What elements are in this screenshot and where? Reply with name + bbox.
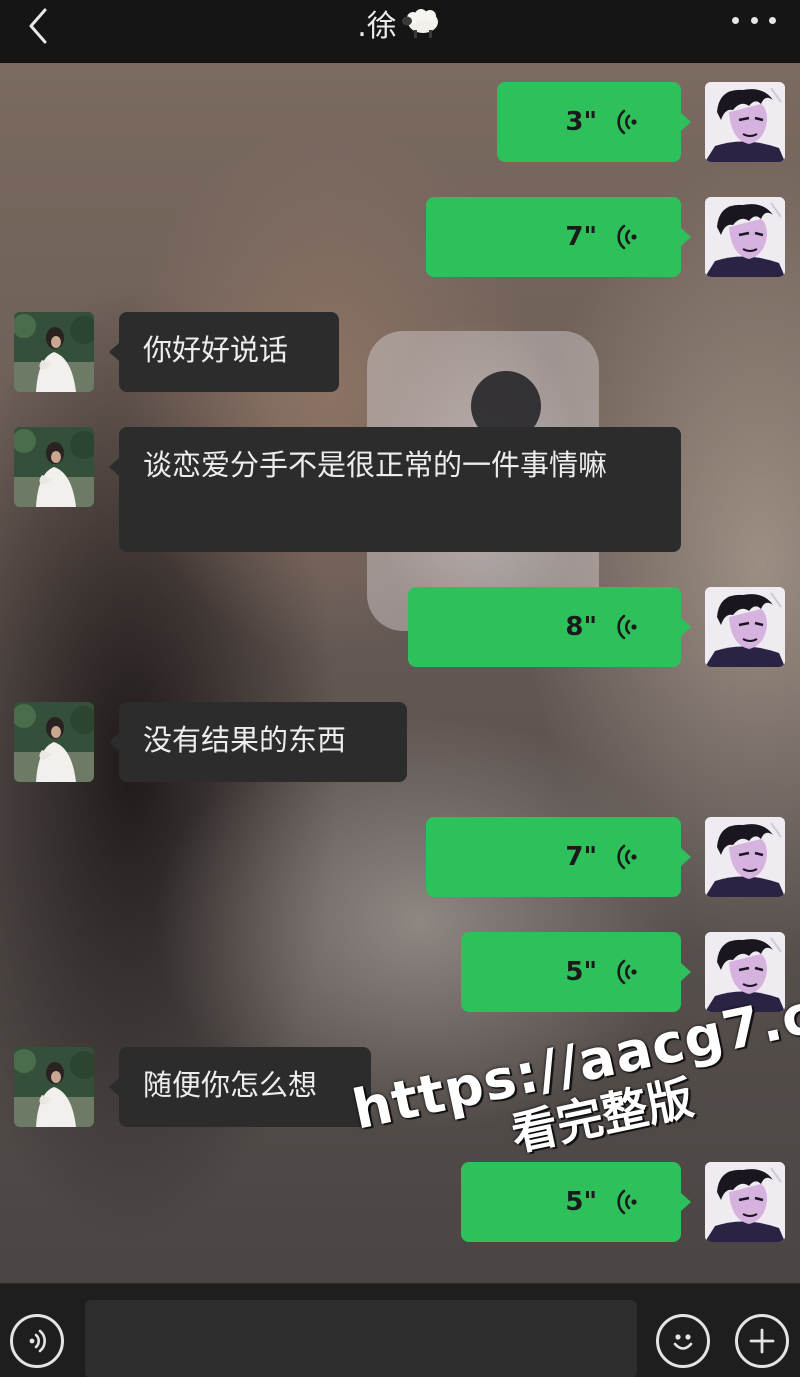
- chat-title-group: .徐: [357, 1, 443, 45]
- message-text: 你好好说话: [143, 333, 289, 367]
- voice-message-bubble[interactable]: 3": [497, 82, 681, 162]
- bubble-tail: [681, 1193, 691, 1211]
- bubble-tail: [109, 343, 119, 361]
- voice-message-bubble[interactable]: 5": [461, 932, 681, 1012]
- my-avatar[interactable]: [705, 817, 785, 897]
- my-avatar[interactable]: [705, 82, 785, 162]
- voice-duration: 7": [565, 222, 597, 252]
- voice-duration: 5": [565, 1187, 597, 1217]
- message-text: 谈恋爱分手不是很正常的一件事情嘛: [143, 448, 608, 482]
- voice-wave-icon: [617, 109, 637, 135]
- my-avatar[interactable]: [705, 587, 785, 667]
- more-dots-icon: [732, 16, 739, 24]
- more-options-button[interactable]: [732, 8, 776, 32]
- message-text: 随便你怎么想: [143, 1068, 318, 1102]
- input-bar: [0, 1283, 800, 1377]
- voice-message-bubble[interactable]: 5": [461, 1162, 681, 1242]
- message-text: 没有结果的东西: [143, 723, 347, 757]
- bubble-tail: [681, 618, 691, 636]
- voice-wave-icon: [617, 844, 637, 870]
- chat-title: .徐: [357, 8, 397, 44]
- contact-avatar[interactable]: [14, 427, 94, 507]
- voice-duration: 3": [565, 107, 597, 137]
- voice-mode-icon: [29, 1329, 46, 1353]
- text-message-bubble[interactable]: 你好好说话: [119, 312, 339, 392]
- voice-wave-icon: [617, 959, 637, 985]
- my-avatar[interactable]: [705, 197, 785, 277]
- bubble-tail: [681, 963, 691, 981]
- my-avatar[interactable]: [705, 932, 785, 1012]
- voice-message-bubble[interactable]: 8": [408, 587, 681, 667]
- voice-message-bubble[interactable]: 7": [426, 197, 681, 277]
- voice-duration: 5": [565, 957, 597, 987]
- emoji-smile-icon: [673, 1334, 693, 1350]
- bubble-tail: [681, 228, 691, 246]
- bubble-tail: [681, 113, 691, 131]
- voice-mode-button[interactable]: [10, 1314, 64, 1368]
- text-message-bubble[interactable]: 随便你怎么想: [119, 1047, 371, 1127]
- chat-header: .徐: [0, 0, 800, 63]
- emoji-button[interactable]: [656, 1314, 710, 1368]
- contact-avatar[interactable]: [14, 702, 94, 782]
- voice-duration: 8": [565, 612, 597, 642]
- contact-avatar[interactable]: [14, 1047, 94, 1127]
- plus-icon: [749, 1328, 775, 1354]
- more-functions-button[interactable]: [735, 1314, 789, 1368]
- message-input[interactable]: [85, 1300, 637, 1377]
- bubble-tail: [109, 458, 119, 476]
- contact-avatar[interactable]: [14, 312, 94, 392]
- voice-wave-icon: [617, 224, 637, 250]
- text-message-bubble[interactable]: 谈恋爱分手不是很正常的一件事情嘛: [119, 427, 681, 552]
- text-message-bubble[interactable]: 没有结果的东西: [119, 702, 407, 782]
- sheep-icon: [401, 8, 438, 38]
- my-avatar[interactable]: [705, 1162, 785, 1242]
- voice-wave-icon: [617, 1189, 637, 1215]
- chevron-left-icon: [29, 8, 47, 44]
- bubble-tail: [681, 848, 691, 866]
- back-button[interactable]: [18, 6, 58, 46]
- voice-wave-icon: [617, 614, 637, 640]
- voice-duration: 7": [565, 842, 597, 872]
- bubble-tail: [109, 733, 119, 751]
- voice-message-bubble[interactable]: 7": [426, 817, 681, 897]
- bubble-tail: [109, 1078, 119, 1096]
